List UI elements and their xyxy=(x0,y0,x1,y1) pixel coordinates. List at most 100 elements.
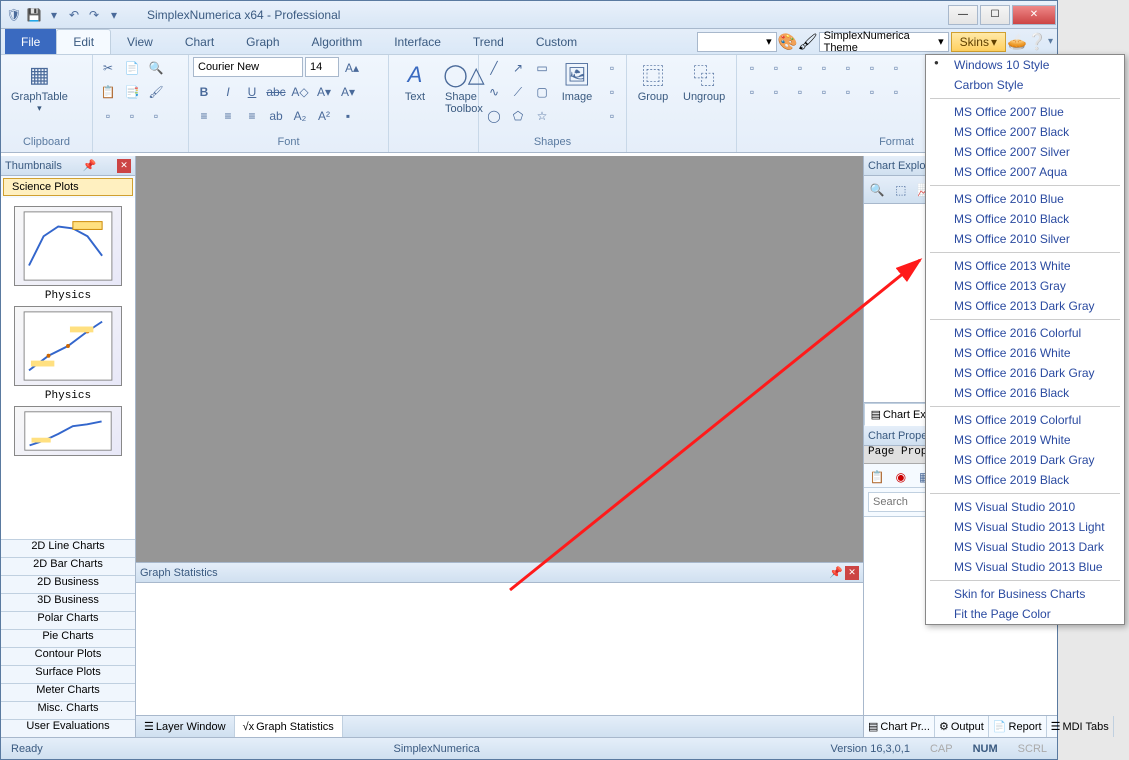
qat-more-icon[interactable]: ▾ xyxy=(105,6,123,24)
align-center-icon[interactable]: ≡ xyxy=(217,105,239,127)
format-painter-icon[interactable]: 🖌 xyxy=(145,81,167,103)
fmt3-icon[interactable]: ▫ xyxy=(789,57,811,79)
skin-menu-item[interactable]: MS Office 2010 Blue xyxy=(926,189,1124,209)
sh2-icon[interactable]: ▫ xyxy=(601,81,623,103)
shrink-font-icon[interactable]: A▾ xyxy=(337,81,359,103)
brush-icon[interactable]: 🖌 xyxy=(799,33,817,51)
fmt12-icon[interactable]: ▫ xyxy=(837,81,859,103)
pin-icon[interactable]: 📌 xyxy=(83,159,97,172)
textbox-icon[interactable]: ab xyxy=(265,105,287,127)
skin-menu-item[interactable]: MS Office 2019 Colorful xyxy=(926,410,1124,430)
style-combo[interactable]: ▾ xyxy=(697,32,777,52)
skin-menu-item[interactable]: MS Office 2016 Black xyxy=(926,383,1124,403)
tab-report[interactable]: 📄Report xyxy=(989,716,1047,737)
skin-menu-item[interactable]: MS Office 2010 Black xyxy=(926,209,1124,229)
piechart-icon[interactable]: 🥧 xyxy=(1008,33,1026,51)
theme-combo[interactable]: SimplexNumerica Theme▾ xyxy=(819,32,949,52)
line-icon[interactable]: ╱ xyxy=(483,57,505,79)
group-button[interactable]: ⿴ Group xyxy=(631,57,675,105)
fmt13-icon[interactable]: ▫ xyxy=(861,81,883,103)
superscript-icon[interactable]: A² xyxy=(313,105,335,127)
copy2-icon[interactable]: 📑 xyxy=(121,81,143,103)
file-tab[interactable]: File xyxy=(5,29,56,54)
props-icon1[interactable]: 📋 xyxy=(866,466,888,488)
category-item[interactable]: Polar Charts xyxy=(1,611,135,629)
category-item[interactable]: 2D Line Charts xyxy=(1,539,135,557)
fmt6-icon[interactable]: ▫ xyxy=(861,57,883,79)
close-panel-icon[interactable]: ✕ xyxy=(117,159,131,173)
font-size-combo[interactable]: 14 xyxy=(305,57,339,77)
skin-menu-item[interactable]: MS Office 2013 Dark Gray xyxy=(926,296,1124,316)
skin-menu-item[interactable]: MS Office 2019 Black xyxy=(926,470,1124,490)
category-item[interactable]: Pie Charts xyxy=(1,629,135,647)
tab-trend[interactable]: Trend xyxy=(457,29,520,54)
category-item[interactable]: 3D Business xyxy=(1,593,135,611)
skin-menu-item[interactable]: MS Visual Studio 2013 Light xyxy=(926,517,1124,537)
fmt11-icon[interactable]: ▫ xyxy=(813,81,835,103)
tab-algorithm[interactable]: Algorithm xyxy=(296,29,379,54)
skin-menu-item[interactable]: MS Office 2016 Dark Gray xyxy=(926,363,1124,383)
text-button[interactable]: A Text xyxy=(393,57,437,105)
copy-icon[interactable]: 📄 xyxy=(121,57,143,79)
paste-icon[interactable]: 📋 xyxy=(97,81,119,103)
italic-icon[interactable]: I xyxy=(217,81,239,103)
save-icon[interactable]: 💾 xyxy=(25,6,43,24)
fmt9-icon[interactable]: ▫ xyxy=(765,81,787,103)
tab-layer-window[interactable]: ☰Layer Window xyxy=(136,716,235,737)
rect-icon[interactable]: ▭ xyxy=(531,57,553,79)
skin-menu-item[interactable]: Skin for Business Charts xyxy=(926,584,1124,604)
skin-menu-item[interactable]: MS Office 2019 Dark Gray xyxy=(926,450,1124,470)
fmt14-icon[interactable]: ▫ xyxy=(885,81,907,103)
pin-icon[interactable]: 📌 xyxy=(829,566,843,580)
category-item[interactable]: 2D Bar Charts xyxy=(1,557,135,575)
qat-dropdown-icon[interactable]: ▾ xyxy=(45,6,63,24)
thumbnail-item[interactable] xyxy=(14,206,122,286)
strike-icon[interactable]: abc xyxy=(265,81,287,103)
arrow-icon[interactable]: ↗ xyxy=(507,57,529,79)
ce-icon2[interactable]: ⬚ xyxy=(890,179,912,201)
thumbnail-item[interactable] xyxy=(14,306,122,386)
fmt8-icon[interactable]: ▫ xyxy=(741,81,763,103)
category-item[interactable]: 2D Business xyxy=(1,575,135,593)
clear-format-icon[interactable]: A◇ xyxy=(289,81,311,103)
graphtable-button[interactable]: ▦ GraphTable ▾ xyxy=(5,57,74,116)
font-color-icon[interactable]: A▾ xyxy=(313,81,335,103)
find-icon[interactable]: 🔍 xyxy=(145,57,167,79)
tab-chart-pr[interactable]: ▤Chart Pr... xyxy=(864,716,935,737)
clip3-icon[interactable]: ▫ xyxy=(145,105,167,127)
skin-menu-item[interactable]: MS Office 2007 Black xyxy=(926,122,1124,142)
skin-menu-item[interactable]: MS Office 2016 White xyxy=(926,343,1124,363)
sh3-icon[interactable]: ▫ xyxy=(601,105,623,127)
tab-interface[interactable]: Interface xyxy=(378,29,457,54)
ungroup-button[interactable]: ⿻ Ungroup xyxy=(677,57,731,105)
help-icon[interactable]: ❔ xyxy=(1028,33,1046,51)
tab-edit[interactable]: Edit xyxy=(56,29,111,54)
canvas-area[interactable] xyxy=(136,156,863,562)
tab-view[interactable]: View xyxy=(111,29,169,54)
cut-icon[interactable]: ✂ xyxy=(97,57,119,79)
align-right-icon[interactable]: ≡ xyxy=(241,105,263,127)
polyline-icon[interactable]: ⟋ xyxy=(507,81,529,103)
close-panel-icon[interactable]: ✕ xyxy=(845,566,859,580)
zoom-icon[interactable]: 🔍 xyxy=(866,179,888,201)
skin-menu-item[interactable]: MS Office 2013 White xyxy=(926,256,1124,276)
category-item[interactable]: Surface Plots xyxy=(1,665,135,683)
thumb-category-tab[interactable]: Science Plots xyxy=(3,178,133,196)
bold-icon[interactable]: B xyxy=(193,81,215,103)
font-name-combo[interactable]: Courier New xyxy=(193,57,303,77)
tab-graph[interactable]: Graph xyxy=(230,29,295,54)
thumbnail-item[interactable] xyxy=(14,406,122,456)
maximize-button[interactable]: ☐ xyxy=(980,5,1010,25)
category-item[interactable]: Contour Plots xyxy=(1,647,135,665)
fmt1-icon[interactable]: ▫ xyxy=(741,57,763,79)
tab-graph-statistics[interactable]: √xGraph Statistics xyxy=(235,716,343,737)
minimize-ribbon-icon[interactable]: ▾ xyxy=(1048,36,1053,47)
fmt10-icon[interactable]: ▫ xyxy=(789,81,811,103)
sh1-icon[interactable]: ▫ xyxy=(601,57,623,79)
undo-icon[interactable]: ↶ xyxy=(65,6,83,24)
ellipse-icon[interactable]: ◯ xyxy=(483,105,505,127)
roundrect-icon[interactable]: ▢ xyxy=(531,81,553,103)
skin-menu-item[interactable]: MS Office 2007 Aqua xyxy=(926,162,1124,182)
props-icon2[interactable]: ◉ xyxy=(890,466,912,488)
skin-menu-item[interactable]: MS Office 2016 Colorful xyxy=(926,323,1124,343)
